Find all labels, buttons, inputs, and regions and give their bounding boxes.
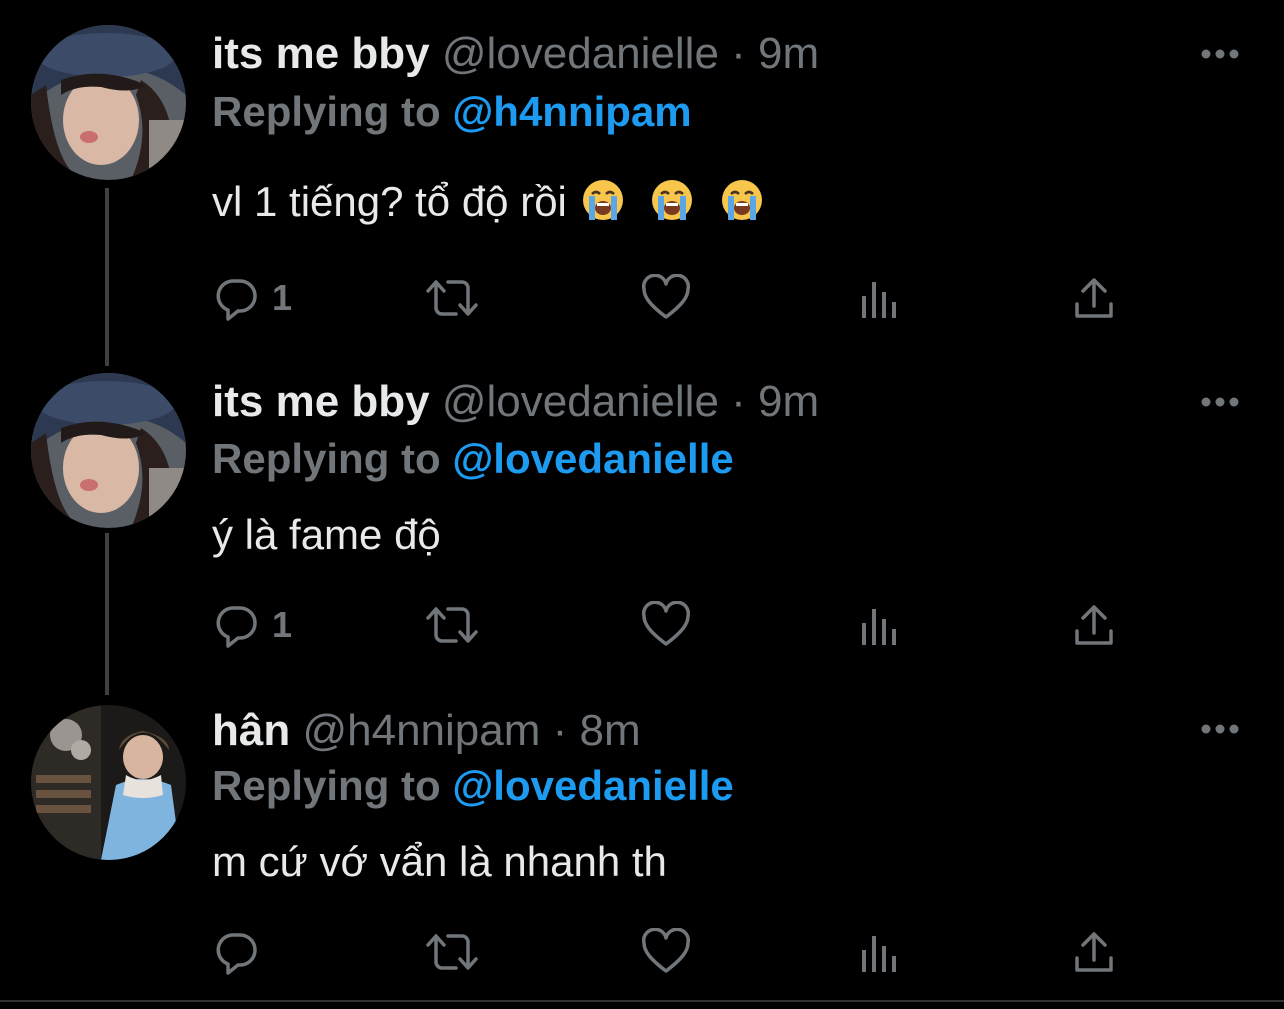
bottom-divider [0,1000,1284,1002]
tweet-actions [212,926,1132,978]
tweet-text-content: vl 1 tiếng? tổ độ rồi [212,178,567,225]
analytics-button[interactable] [858,926,902,978]
display-name[interactable]: hân [212,706,290,755]
timestamp[interactable]: 9m [758,29,819,78]
replying-to-line: Replying to @lovedanielle [212,430,734,488]
retweet-icon [426,607,478,643]
user-handle[interactable]: @lovedanielle [442,29,719,78]
tweet-actions: 1 [212,599,1132,651]
reply-button[interactable] [212,926,272,978]
share-upload-icon [1075,932,1113,972]
tweet-text: m cứ vớ vẩn là nhanh th [212,838,667,885]
more-options-button[interactable] [1198,44,1242,64]
tweet[interactable]: its me bby @lovedanielle · 9m Replying t… [0,345,1284,690]
separator-dot: · [731,29,746,78]
tweet-actions: 1 [212,272,1132,324]
share-upload-icon [1075,278,1113,318]
user-handle[interactable]: @h4nnipam [302,706,540,755]
tweet-text: vl 1 tiếng? tổ độ rồi [212,172,764,232]
mention-link[interactable]: @h4nnipam [452,88,691,135]
like-button[interactable] [640,272,692,324]
analytics-bars-icon [862,609,896,645]
separator-dot: · [552,706,568,755]
timestamp[interactable]: 9m [758,377,819,426]
retweet-button[interactable] [424,599,480,651]
replying-to-line: Replying to @lovedanielle [212,757,734,815]
reply-bubble-icon [216,933,257,975]
heart-icon [641,601,691,646]
tweet-header: hân @h4nnipam · 8m [212,701,641,761]
analytics-button[interactable] [858,599,902,651]
replying-to-label: Replying to [212,762,453,809]
user-handle[interactable]: @lovedanielle [442,377,719,426]
more-horizontal-icon [1201,397,1239,407]
reply-count: 1 [272,604,293,645]
separator-dot: · [731,377,746,426]
retweet-button[interactable] [424,272,480,324]
display-name[interactable]: its me bby [212,377,430,426]
more-options-button[interactable] [1198,392,1242,412]
heart-icon [641,274,691,319]
retweet-button[interactable] [424,926,480,978]
avatar-photo [31,25,186,180]
analytics-button[interactable] [858,272,902,324]
like-button[interactable] [640,926,692,978]
display-name[interactable]: its me bby [212,29,430,78]
tweet[interactable]: its me bby @lovedanielle · 9m Replying t… [0,0,1284,345]
emoji-group [567,178,764,225]
retweet-icon [426,934,478,970]
more-horizontal-icon [1201,724,1239,734]
more-horizontal-icon [1201,49,1239,59]
avatar[interactable] [31,705,186,860]
replying-to-label: Replying to [212,435,453,482]
replying-to-line: Replying to @h4nnipam [212,83,692,141]
share-button[interactable] [1072,926,1116,978]
avatar-photo [31,373,186,528]
heart-icon [641,928,691,973]
loudly-crying-face-emoji [582,180,623,220]
like-button[interactable] [640,599,692,651]
reply-count: 1 [272,277,293,318]
avatar-photo [31,705,186,860]
reply-button[interactable]: 1 [212,272,292,324]
loudly-crying-face-emoji [652,180,693,220]
retweet-icon [426,280,478,316]
share-upload-icon [1075,605,1113,645]
tweet-text: ý là fame độ [212,511,441,558]
reply-bubble-icon [216,606,257,648]
share-button[interactable] [1072,599,1116,651]
analytics-bars-icon [862,282,896,318]
timestamp[interactable]: 8m [580,706,641,755]
reply-bubble-icon [216,279,257,321]
mention-link[interactable]: @lovedanielle [452,762,733,809]
replying-to-label: Replying to [212,88,453,135]
tweet-header: its me bby @lovedanielle · 9m [212,372,819,432]
mention-link[interactable]: @lovedanielle [452,435,733,482]
more-options-button[interactable] [1198,719,1242,739]
reply-button[interactable]: 1 [212,599,292,651]
tweet[interactable]: hân @h4nnipam · 8m Replying to @lovedani… [0,690,1284,1000]
avatar[interactable] [31,25,186,180]
tweet-header: its me bby @lovedanielle · 9m [212,24,819,84]
analytics-bars-icon [862,936,896,972]
loudly-crying-face-emoji [721,180,762,220]
share-button[interactable] [1072,272,1116,324]
avatar[interactable] [31,373,186,528]
